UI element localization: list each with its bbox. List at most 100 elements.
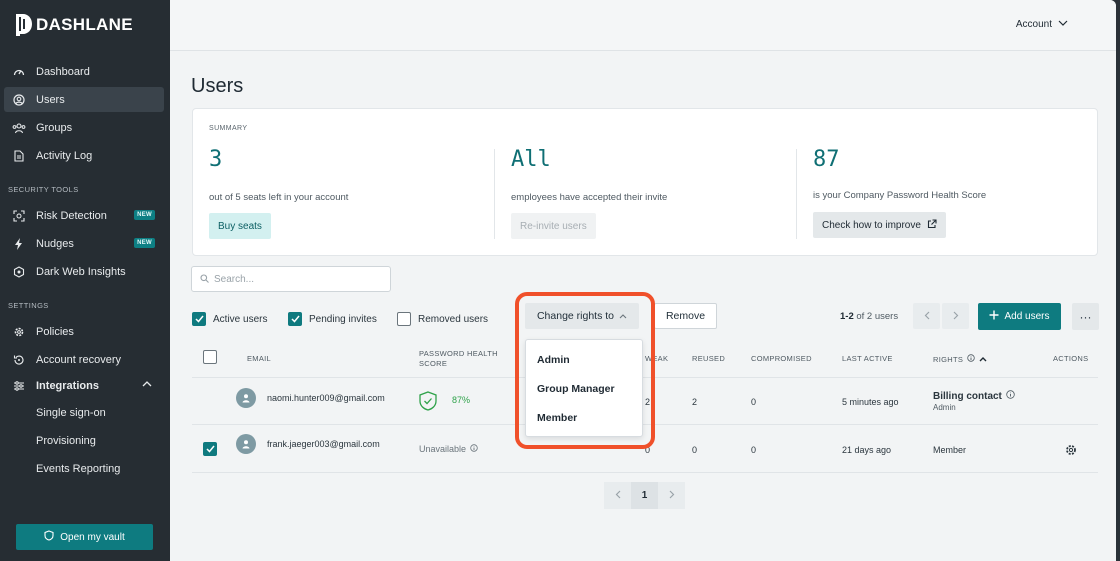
chevron-up-icon[interactable]	[142, 379, 152, 392]
lightning-icon	[12, 237, 26, 251]
column-header-rights[interactable]: RIGHTS	[933, 354, 987, 365]
sidebar-item-single-sign-on[interactable]: Single sign-on	[36, 407, 106, 419]
section-heading-security-tools: SECURITY TOOLS	[8, 185, 79, 194]
checkbox-checked[interactable]	[288, 312, 302, 326]
top-bar: Account	[170, 0, 1116, 51]
pagination-range: 1-2	[840, 311, 854, 322]
remove-button[interactable]: Remove	[654, 303, 717, 329]
sidebar-item-integrations[interactable]: Integrations	[4, 373, 164, 398]
sidebar-item-account-recovery[interactable]: Account recovery	[4, 347, 164, 372]
table-divider	[192, 377, 1098, 378]
sidebar-item-nudges[interactable]: Nudges NEW	[4, 231, 164, 256]
checkbox-unchecked[interactable]	[397, 312, 411, 326]
weak-count: 2	[645, 397, 651, 407]
document-icon	[12, 149, 26, 163]
info-icon[interactable]	[1006, 390, 1015, 402]
reinvite-users-button[interactable]: Re-invite users	[511, 213, 596, 239]
shield-icon	[44, 530, 54, 544]
row-checkbox-checked[interactable]	[203, 442, 217, 456]
add-users-label: Add users	[1004, 311, 1050, 322]
sidebar-item-users[interactable]: Users	[4, 87, 164, 112]
sidebar-item-provisioning[interactable]: Provisioning	[36, 435, 96, 447]
sidebar-item-label: Activity Log	[36, 149, 93, 162]
pagination-total: of 2 users	[856, 311, 899, 322]
column-header-reused[interactable]: REUSED	[692, 354, 725, 364]
sidebar-item-label: Dashboard	[36, 65, 90, 78]
last-active: 5 minutes ago	[842, 397, 899, 407]
column-header-health-line2[interactable]: SCORE	[419, 359, 447, 369]
seats-left-value: 3	[209, 147, 223, 172]
sidebar-item-activity-log[interactable]: Activity Log	[4, 143, 164, 168]
gear-icon[interactable]	[1065, 443, 1077, 461]
change-rights-dropdown: Admin Group Manager Member	[525, 339, 643, 437]
column-header-compromised[interactable]: COMPROMISED	[751, 354, 812, 364]
sidebar-item-label: Nudges	[36, 237, 74, 250]
table-divider	[192, 472, 1098, 473]
sidebar-item-label: Risk Detection	[36, 209, 107, 222]
pagination-info: 1-2 of 2 users	[840, 311, 898, 322]
open-vault-button[interactable]: Open my vault	[16, 524, 153, 550]
change-rights-label: Change rights to	[536, 310, 615, 322]
page-number-current[interactable]: 1	[631, 482, 658, 509]
add-users-button[interactable]: Add users	[978, 303, 1061, 330]
sidebar-item-events-reporting[interactable]: Events Reporting	[36, 463, 120, 475]
filter-removed-users[interactable]: Removed users	[397, 312, 488, 326]
filter-pending-invites[interactable]: Pending invites	[288, 312, 377, 326]
compromised-count: 0	[751, 445, 757, 455]
column-header-email[interactable]: EMAIL	[247, 354, 271, 364]
dark-web-icon	[12, 265, 26, 279]
change-rights-button[interactable]: Change rights to	[525, 303, 639, 329]
search-box[interactable]	[191, 266, 391, 292]
checkbox-checked[interactable]	[192, 312, 206, 326]
filter-label: Active users	[213, 313, 268, 325]
user-email: frank.jaeger003@gmail.com	[267, 439, 380, 449]
dropdown-option-group-manager[interactable]: Group Manager	[537, 383, 615, 395]
user-email: naomi.hunter009@gmail.com	[267, 393, 385, 403]
invites-desc: employees have accepted their invite	[511, 192, 668, 203]
sidebar-item-policies[interactable]: Policies	[4, 319, 164, 344]
sidebar-item-groups[interactable]: Groups	[4, 115, 164, 140]
buy-seats-button[interactable]: Buy seats	[209, 213, 271, 239]
gear-icon	[12, 325, 26, 339]
new-badge: NEW	[134, 210, 155, 220]
dashlane-logo[interactable]: DASHLANE	[15, 13, 133, 37]
open-vault-label: Open my vault	[60, 531, 125, 543]
next-page-button[interactable]	[942, 303, 969, 329]
reused-count: 2	[692, 397, 698, 407]
select-all-checkbox[interactable]	[203, 350, 217, 364]
compromised-count: 0	[751, 397, 757, 407]
column-header-last-active[interactable]: LAST ACTIVE	[842, 354, 893, 364]
account-menu[interactable]: Account	[1016, 19, 1068, 30]
filter-label: Pending invites	[309, 313, 377, 325]
more-actions-button[interactable]: ···	[1072, 303, 1099, 330]
chevron-up-icon	[619, 310, 627, 322]
sidebar-item-risk-detection[interactable]: Risk Detection NEW	[4, 203, 164, 228]
column-header-health-line1[interactable]: PASSWORD HEALTH	[419, 349, 498, 359]
search-input[interactable]	[214, 273, 384, 285]
prev-page-button[interactable]	[604, 482, 631, 509]
health-score-desc: is your Company Password Health Score	[813, 190, 987, 201]
next-page-button[interactable]	[658, 482, 685, 509]
column-header-weak[interactable]: WEAK	[645, 354, 668, 364]
chevron-right-icon	[953, 309, 959, 323]
group-icon	[12, 121, 26, 135]
chevron-left-icon	[924, 309, 930, 323]
dropdown-option-member[interactable]: Member	[537, 412, 577, 424]
sidebar-item-label: Groups	[36, 121, 73, 134]
reused-count: 0	[692, 445, 698, 455]
health-score-value: 87	[813, 147, 840, 172]
filter-active-users[interactable]: Active users	[192, 312, 267, 326]
rights-label: Billing contact	[933, 390, 1002, 402]
chevron-down-icon	[1058, 19, 1068, 30]
section-heading-settings: SETTINGS	[8, 301, 49, 310]
prev-page-button[interactable]	[913, 303, 940, 329]
check-improve-button[interactable]: Check how to improve	[813, 212, 946, 238]
sidebar-item-dark-web-insights[interactable]: Dark Web Insights	[4, 259, 164, 284]
sidebar-item-dashboard[interactable]: Dashboard	[4, 59, 164, 84]
dropdown-option-admin[interactable]: Admin	[537, 354, 570, 366]
main-content: Account Users SUMMARY 3 out of 5 seats l…	[170, 0, 1116, 561]
info-icon[interactable]	[470, 444, 478, 454]
sidebar-item-label: Users	[36, 93, 65, 106]
user-rights-sub: Admin	[933, 403, 956, 412]
user-rights: Member	[933, 445, 967, 455]
